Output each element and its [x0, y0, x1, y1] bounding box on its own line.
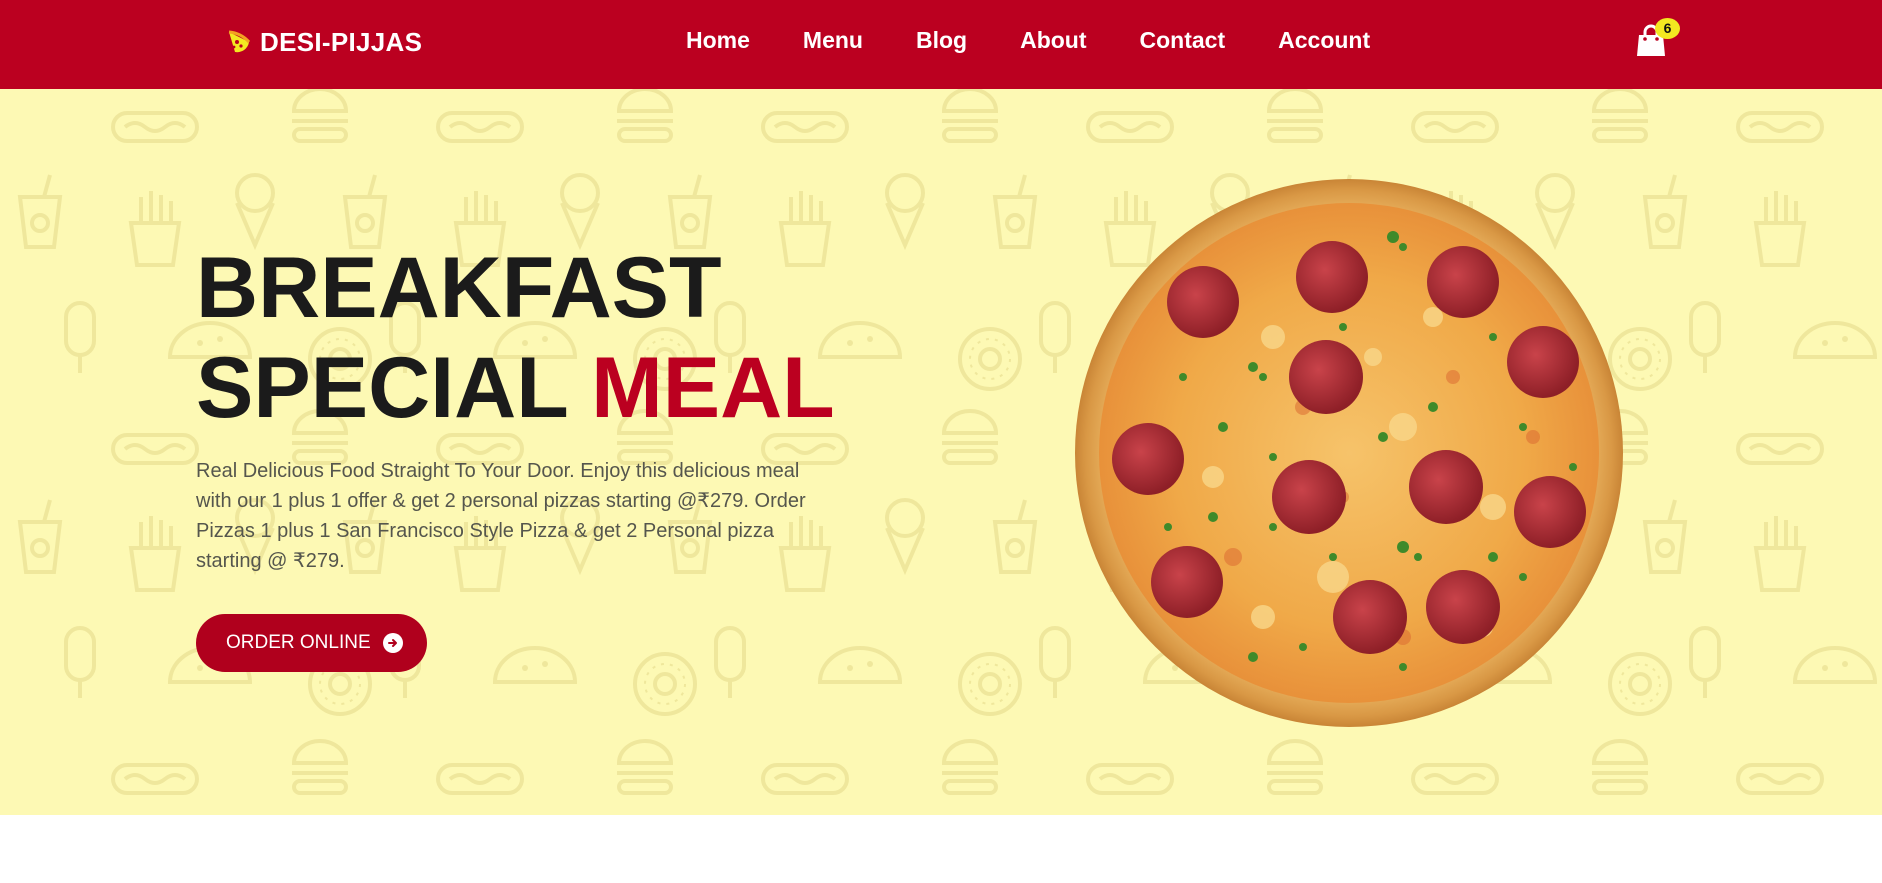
- cart-button[interactable]: 6: [1632, 18, 1682, 60]
- nav-link-menu[interactable]: Menu: [803, 27, 863, 54]
- nav-link-account[interactable]: Account: [1278, 27, 1370, 54]
- hero-description: Real Delicious Food Straight To Your Doo…: [196, 460, 806, 572]
- headline-accent: MEAL: [591, 340, 835, 436]
- hero-section: BREAKFAST SPECIAL MEAL Real Delicious Fo…: [0, 89, 1882, 815]
- navbar: DESI-PIJJAS Home Menu Blog About Contact…: [0, 0, 1882, 89]
- main-nav: Home Menu Blog About Contact Account: [686, 0, 1370, 80]
- brand-logo-link[interactable]: DESI-PIJJAS: [226, 22, 422, 62]
- pepperoni-pizza-image: [1075, 179, 1623, 727]
- hero-text-block: BREAKFAST SPECIAL MEAL Real Delicious Fo…: [196, 238, 836, 576]
- nav-link-home[interactable]: Home: [686, 27, 750, 54]
- arrow-circle-right-icon: [382, 633, 403, 653]
- pizza-slice-icon: [226, 29, 252, 55]
- nav-link-about[interactable]: About: [1020, 27, 1086, 54]
- hero-headline: BREAKFAST SPECIAL MEAL: [196, 238, 836, 438]
- nav-link-blog[interactable]: Blog: [916, 27, 967, 54]
- brand-name: DESI-PIJJAS: [260, 26, 423, 57]
- headline-line-1: BREAKFAST: [196, 240, 722, 336]
- order-online-label: ORDER ONLINE: [226, 632, 371, 653]
- nav-link-contact[interactable]: Contact: [1140, 27, 1226, 54]
- headline-line-2: SPECIAL: [196, 340, 568, 436]
- order-online-button[interactable]: ORDER ONLINE: [196, 614, 427, 672]
- cart-count-badge: 6: [1655, 18, 1680, 39]
